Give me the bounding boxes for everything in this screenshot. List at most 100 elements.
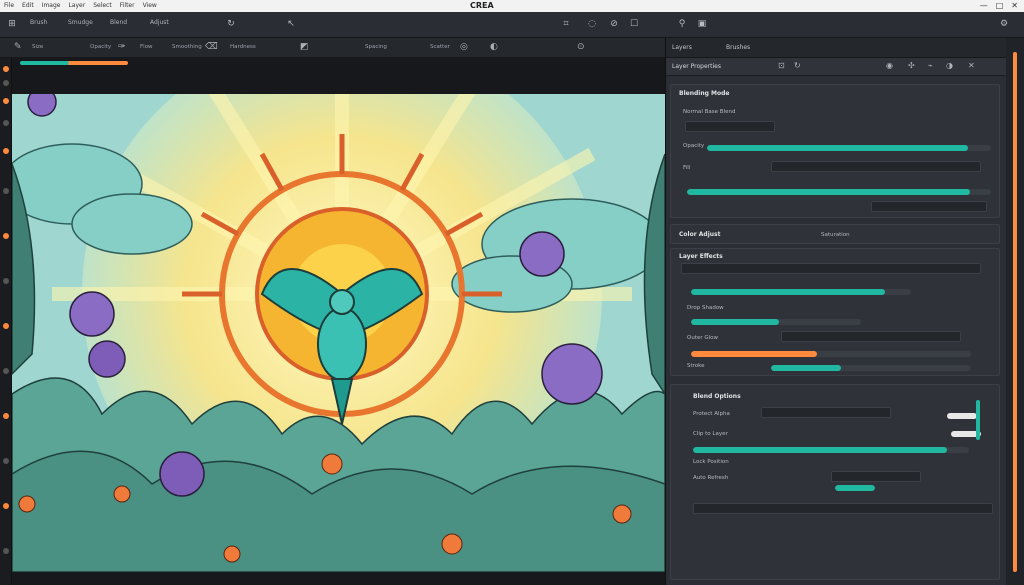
title-bar: File Edit Image Layer Select Filter View… [0, 0, 1024, 12]
eyedropper-icon[interactable]: ⊘ [608, 18, 620, 30]
brush-icon[interactable]: ✎ [14, 42, 22, 52]
crop-icon[interactable]: ⌗ [560, 18, 572, 30]
tool-swatch[interactable] [3, 548, 9, 554]
auto-refresh-fill [835, 485, 875, 491]
tool-adjust[interactable]: Adjust [150, 19, 169, 26]
color-saturation-slider[interactable] [691, 289, 911, 295]
tool-swatch[interactable] [3, 503, 9, 509]
menu-image[interactable]: Image [42, 2, 61, 9]
pin-icon[interactable]: ⊙ [577, 42, 585, 52]
tool-swatch[interactable] [3, 98, 9, 104]
option-opacity[interactable]: Opacity [90, 44, 111, 50]
fill-label: Fill [683, 165, 691, 171]
drop-shadow-slider[interactable] [691, 319, 861, 325]
tool-smudge[interactable]: Smudge [68, 19, 93, 26]
auto-refresh-slider[interactable] [835, 485, 875, 491]
menu-filter[interactable]: Filter [120, 2, 135, 9]
menu-edit[interactable]: Edit [22, 2, 34, 9]
section-subtitle: Normal Base Blend [683, 109, 736, 115]
menu-select[interactable]: Select [93, 2, 112, 9]
pen-icon[interactable]: ✑ [118, 42, 126, 52]
tab-layers[interactable]: Layers [672, 44, 692, 51]
tool-swatch[interactable] [3, 458, 9, 464]
opacity-slider[interactable] [707, 145, 991, 151]
tool-swatch[interactable] [3, 368, 9, 374]
app-window: File Edit Image Layer Select Filter View… [0, 0, 1024, 585]
blend-options-slider[interactable] [693, 447, 969, 453]
option-size[interactable]: Size [32, 44, 43, 50]
option-lock-position: Lock Position [693, 459, 729, 465]
saturation-label: Saturation [821, 232, 850, 238]
tool-swatch[interactable] [3, 323, 9, 329]
artwork-illustration [12, 94, 665, 572]
effects-search-field[interactable] [681, 263, 981, 274]
tool-swatch[interactable] [3, 233, 9, 239]
refresh-icon[interactable]: ↻ [794, 61, 801, 70]
stroke-slider[interactable] [771, 365, 971, 371]
options-scrollbar[interactable] [976, 400, 980, 440]
panel-tabs: Layers Brushes [666, 38, 1006, 58]
eraser-icon[interactable]: ⌫ [205, 42, 218, 52]
move-icon[interactable]: ✣ [908, 61, 915, 70]
fill-field[interactable] [771, 161, 981, 172]
tool-swatch[interactable] [3, 66, 9, 72]
option-smoothing[interactable]: Smoothing [172, 44, 202, 50]
tool-swatch[interactable] [3, 278, 9, 284]
minimize-button[interactable]: — [980, 1, 988, 10]
gradient-icon[interactable]: ◐ [490, 42, 498, 52]
tool-swatch[interactable] [3, 80, 9, 86]
tool-blend[interactable]: Blend [110, 19, 127, 26]
option-clip-to-layer: Clip to Layer [693, 431, 728, 437]
menu-layer[interactable]: Layer [68, 2, 85, 9]
blend-mode-select[interactable] [685, 121, 775, 132]
blur-icon[interactable]: ◎ [460, 42, 468, 52]
protect-alpha-toggle[interactable] [947, 413, 977, 419]
option-hardness[interactable]: Hardness [230, 44, 256, 50]
section-title: Color Adjust [679, 231, 721, 238]
cursor-icon[interactable]: ↖ [285, 18, 297, 30]
tool-swatch[interactable] [3, 120, 9, 126]
mask-icon[interactable]: ◑ [946, 61, 953, 70]
rotate-icon[interactable]: ↻ [225, 18, 237, 30]
auto-refresh-field[interactable] [831, 471, 921, 482]
notes-field[interactable] [693, 503, 993, 514]
trash-icon[interactable]: ✕ [968, 61, 975, 70]
outer-glow-slider[interactable] [691, 351, 971, 357]
menu-file[interactable]: File [4, 2, 14, 9]
option-scatter[interactable]: Scatter [430, 44, 450, 50]
grid-icon[interactable]: ⊞ [6, 18, 18, 30]
stroke-label: Stroke [687, 363, 705, 369]
tool-options-bar: ✎ Size Opacity ✑ Flow Smoothing ⌫ Hardne… [0, 38, 665, 58]
fill-icon[interactable]: ◩ [300, 42, 309, 52]
protect-alpha-field[interactable] [761, 407, 891, 418]
option-spacing[interactable]: Spacing [365, 44, 387, 50]
outer-glow-field[interactable] [781, 331, 961, 342]
close-button[interactable]: ✕ [1011, 1, 1018, 10]
tool-swatch[interactable] [3, 413, 9, 419]
color-adjust-section: Color Adjust Saturation [670, 224, 1000, 244]
menu-bar: File Edit Image Layer Select Filter View [4, 2, 157, 9]
window-controls: — □ ✕ [980, 1, 1018, 10]
hand-icon[interactable]: ☐ [628, 18, 640, 30]
fill-slider[interactable] [687, 189, 991, 195]
effects-section: Layer Effects Drop Shadow Outer Glow Str… [670, 248, 1000, 376]
layers-icon[interactable]: ▣ [696, 18, 708, 30]
fill-curve-field[interactable] [871, 201, 987, 212]
lock-icon[interactable]: ⊡ [778, 61, 785, 70]
tool-swatch[interactable] [3, 148, 9, 154]
outer-glow-fill [691, 351, 817, 357]
tool-brush[interactable]: Brush [30, 19, 47, 26]
artwork-canvas[interactable] [12, 94, 665, 572]
panel-scrollbar[interactable] [1013, 52, 1017, 572]
tool-swatch[interactable] [3, 188, 9, 194]
lasso-icon[interactable]: ◌ [586, 18, 598, 30]
maximize-button[interactable]: □ [996, 1, 1004, 10]
option-flow[interactable]: Flow [140, 44, 153, 50]
tab-brushes[interactable]: Brushes [726, 44, 750, 51]
link-icon[interactable]: ⌁ [928, 61, 933, 70]
section-title: Blend Options [693, 393, 741, 400]
zoom-icon[interactable]: ⚲ [676, 18, 688, 30]
menu-view[interactable]: View [143, 2, 157, 9]
settings-icon[interactable]: ⚙ [998, 18, 1010, 30]
eye-icon[interactable]: ◉ [886, 61, 893, 70]
